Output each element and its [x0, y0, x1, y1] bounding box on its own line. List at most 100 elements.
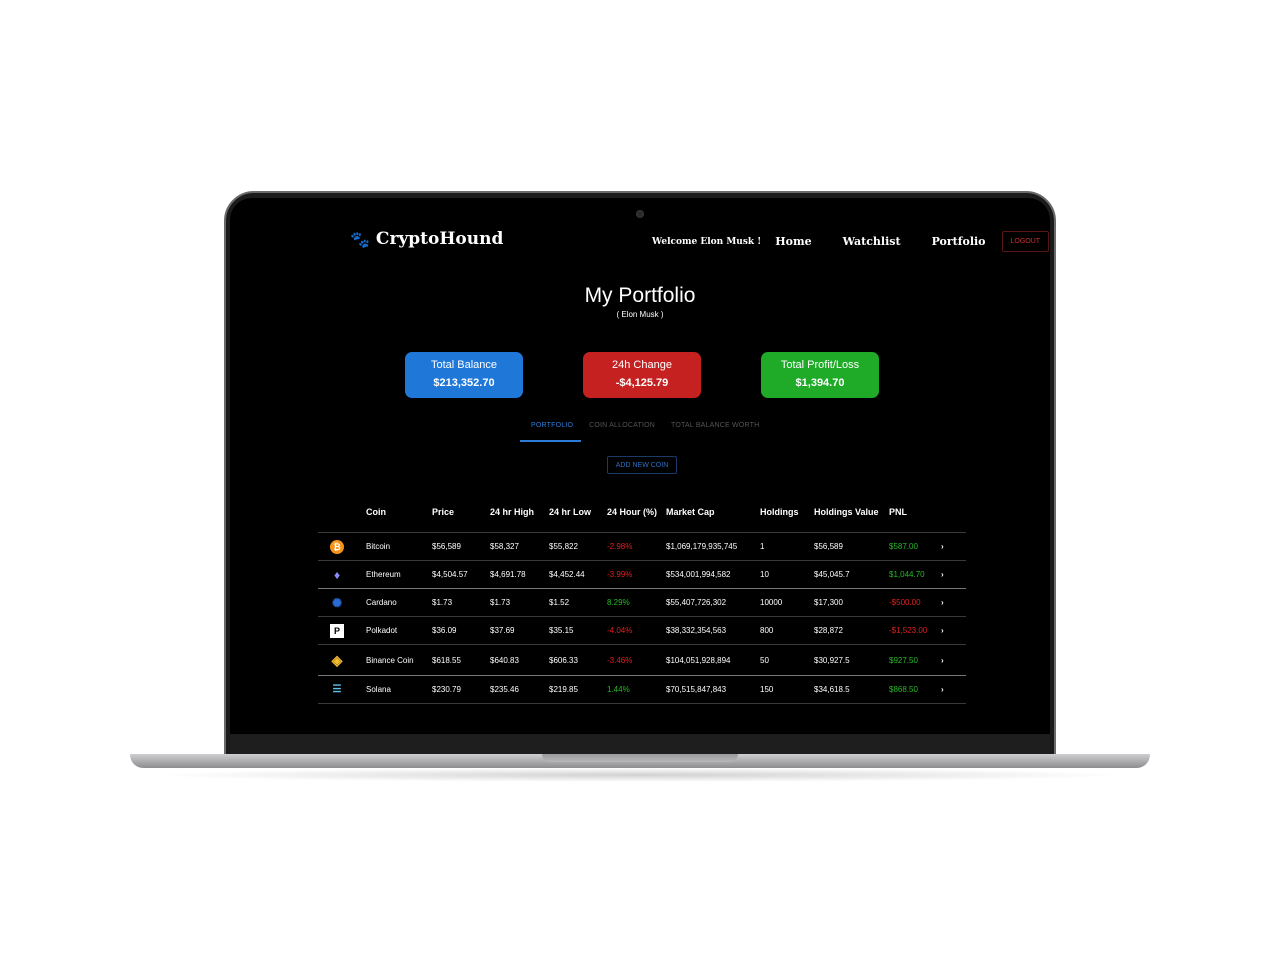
coin-price: $1.73 — [430, 588, 488, 617]
coin-market-cap: $534,001,994,582 — [664, 560, 758, 589]
card-label: Total Balance — [430, 359, 498, 371]
screen-bezel-bottom — [230, 734, 1050, 756]
coin-market-cap: $70,515,847,843 — [664, 675, 758, 704]
coin-high: $235.46 — [488, 675, 547, 704]
coin-low: $35.15 — [547, 616, 605, 645]
coin-high: $37.69 — [488, 616, 547, 645]
coin-change: -3.46% — [605, 644, 664, 676]
coin-holdings: 50 — [758, 644, 812, 676]
coin-high: $58,327 — [488, 532, 547, 561]
coin-name: Bitcoin — [364, 532, 430, 561]
table-row[interactable]: ☰ Solana $230.79 $235.46 $219.85 1.44% $… — [318, 675, 966, 704]
laptop-hinge-notch — [542, 754, 738, 762]
header-market-cap: Market Cap — [666, 507, 715, 517]
table-row[interactable]: ✺ Cardano $1.73 $1.73 $1.52 8.29% $55,40… — [318, 588, 966, 617]
header-holdings: Holdings — [760, 507, 799, 517]
coin-low: $4,452.44 — [547, 560, 605, 589]
coin-market-cap: $38,332,354,563 — [664, 616, 758, 645]
nav-link-watchlist[interactable]: Watchlist — [843, 235, 901, 248]
24h-change-card: 24h Change -$4,125.79 — [583, 352, 701, 398]
nav-link-home[interactable]: Home — [775, 235, 811, 248]
coin-high: $4,691.78 — [488, 560, 547, 589]
brand-name: CryptoHound — [375, 229, 504, 249]
table-header-row: Coin Price 24 hr High 24 hr Low 24 Hour … — [318, 492, 966, 533]
chevron-right-icon[interactable]: › — [939, 588, 966, 617]
card-value: -$4,125.79 — [615, 377, 669, 389]
coin-low: $606.33 — [547, 644, 605, 676]
coin-high: $640.83 — [488, 644, 547, 676]
coin-holdings-value: $28,872 — [812, 616, 887, 645]
binance-coin-icon: ◈ — [331, 651, 343, 668]
card-value: $1,394.70 — [795, 377, 845, 389]
coin-change: 8.29% — [605, 588, 664, 617]
coin-price: $4,504.57 — [430, 560, 488, 589]
paw-icon: 🐾 — [350, 229, 370, 249]
card-label: 24h Change — [612, 359, 672, 371]
coin-change: -3.99% — [605, 560, 664, 589]
tab-total-balance-worth[interactable]: TOTAL BALANCE WORTH — [663, 418, 767, 442]
coin-name: Cardano — [364, 588, 430, 617]
coin-holdings: 10000 — [758, 588, 812, 617]
coin-price: $230.79 — [430, 675, 488, 704]
coin-pnl: $587.00 — [887, 532, 939, 561]
page-subtitle: ( Elon Musk ) — [616, 310, 664, 319]
coin-change: -2.98% — [605, 532, 664, 561]
nav-link-portfolio[interactable]: Portfolio — [932, 235, 986, 248]
card-label: Total Profit/Loss — [780, 359, 860, 371]
coin-pnl: $927.50 — [887, 644, 939, 676]
coin-low: $55,822 — [547, 532, 605, 561]
coin-pnl: $868.50 — [887, 675, 939, 704]
coin-name: Polkadot — [364, 616, 430, 645]
coin-pnl: $1,044.70 — [887, 560, 939, 589]
logout-button[interactable]: LOGOUT — [1001, 231, 1050, 252]
ethereum-icon: ♦ — [333, 567, 341, 582]
coin-holdings: 150 — [758, 675, 812, 704]
header-24hr-low: 24 hr Low — [549, 507, 592, 517]
table-row[interactable]: ◈ Binance Coin $618.55 $640.83 $606.33 -… — [318, 644, 966, 676]
coin-name: Ethereum — [364, 560, 430, 589]
coin-market-cap: $104,051,928,894 — [664, 644, 758, 676]
total-balance-card: Total Balance $213,352.70 — [405, 352, 523, 398]
coin-change: 1.44% — [605, 675, 664, 704]
coin-market-cap: $1,069,179,935,745 — [664, 532, 758, 561]
chevron-right-icon[interactable]: › — [939, 532, 966, 561]
coin-holdings-value: $34,618.5 — [812, 675, 887, 704]
header-24hour-pct: 24 Hour (%) — [607, 507, 658, 517]
total-profit-loss-card: Total Profit/Loss $1,394.70 — [761, 352, 879, 398]
coin-low: $1.52 — [547, 588, 605, 617]
bitcoin-icon: ₿ — [330, 539, 344, 554]
solana-icon: ☰ — [332, 684, 342, 695]
coin-holdings-value: $45,045.7 — [812, 560, 887, 589]
table-row[interactable]: ₿ Bitcoin $56,589 $58,327 $55,822 -2.98%… — [318, 532, 966, 561]
chevron-right-icon[interactable]: › — [939, 616, 966, 645]
coin-name: Solana — [364, 675, 430, 704]
header-24hr-high: 24 hr High — [490, 507, 535, 517]
portfolio-tabs: PORTFOLIO COIN ALLOCATION TOTAL BALANCE … — [520, 418, 767, 442]
laptop-shadow — [150, 768, 1130, 782]
chevron-right-icon[interactable]: › — [939, 560, 966, 589]
coin-price: $618.55 — [430, 644, 488, 676]
coin-holdings: 800 — [758, 616, 812, 645]
header-coin: Coin — [366, 507, 386, 517]
brand-logo[interactable]: 🐾 CryptoHound — [350, 229, 503, 249]
coin-high: $1.73 — [488, 588, 547, 617]
coin-change: -4.04% — [605, 616, 664, 645]
card-value: $213,352.70 — [433, 377, 495, 389]
add-new-coin-button[interactable]: ADD NEW COIN — [607, 456, 677, 474]
coin-holdings-value: $56,589 — [812, 532, 887, 561]
table-row[interactable]: ♦ Ethereum $4,504.57 $4,691.78 $4,452.44… — [318, 560, 966, 589]
coin-name: Binance Coin — [364, 644, 430, 676]
tab-coin-allocation[interactable]: COIN ALLOCATION — [581, 418, 663, 442]
coin-pnl: -$500.00 — [887, 588, 939, 617]
coin-market-cap: $55,407,726,302 — [664, 588, 758, 617]
page-title: My Portfolio — [584, 284, 696, 307]
header-price: Price — [432, 507, 455, 517]
tab-portfolio[interactable]: PORTFOLIO — [520, 418, 582, 442]
chevron-right-icon[interactable]: › — [939, 675, 966, 704]
coin-pnl: -$1,523.00 — [887, 616, 939, 645]
header-pnl: PNL — [889, 507, 907, 517]
chevron-right-icon[interactable]: › — [939, 644, 966, 676]
header-holdings-value: Holdings Value — [814, 507, 879, 517]
coin-holdings-value: $30,927.5 — [812, 644, 887, 676]
table-row[interactable]: P Polkadot $36.09 $37.69 $35.15 -4.04% $… — [318, 616, 966, 645]
